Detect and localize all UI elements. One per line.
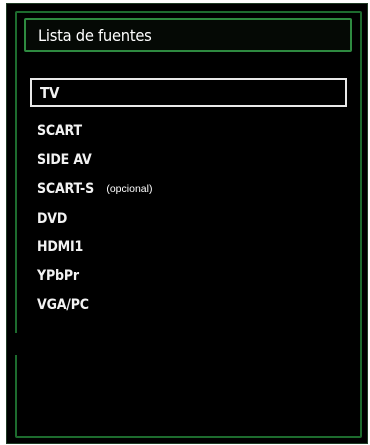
source-item-label: HDMI1 bbox=[37, 239, 84, 255]
source-item-hdmi1[interactable]: HDMI1 bbox=[37, 234, 88, 260]
source-item-vga-pc[interactable]: VGA/PC bbox=[37, 292, 95, 318]
source-item-ypbpr[interactable]: YPbPr bbox=[37, 263, 84, 289]
panel-title: Lista de fuentes bbox=[38, 26, 152, 45]
source-item-dvd[interactable]: DVD bbox=[37, 206, 70, 232]
source-item-label: TV bbox=[40, 83, 60, 102]
source-item-label: SCART bbox=[37, 123, 82, 139]
empty-list-slot bbox=[15, 333, 99, 355]
source-item-scart-s[interactable]: SCART-S (opcional) bbox=[37, 176, 152, 202]
source-item-label: VGA/PC bbox=[37, 297, 89, 313]
source-item-label: SIDE AV bbox=[37, 152, 92, 168]
source-item-side-av[interactable]: SIDE AV bbox=[37, 147, 98, 173]
source-item-note: (opcional) bbox=[106, 183, 153, 195]
source-item-scart[interactable]: SCART bbox=[37, 118, 87, 144]
source-item-label: YPbPr bbox=[37, 268, 79, 284]
source-item-tv[interactable]: TV bbox=[30, 78, 347, 107]
source-item-label: DVD bbox=[37, 211, 68, 227]
panel-title-bar: Lista de fuentes bbox=[24, 18, 352, 52]
source-list-screen: Lista de fuentes TV SCART SIDE AV SCART-… bbox=[6, 3, 368, 444]
source-item-label: SCART-S bbox=[37, 181, 95, 197]
